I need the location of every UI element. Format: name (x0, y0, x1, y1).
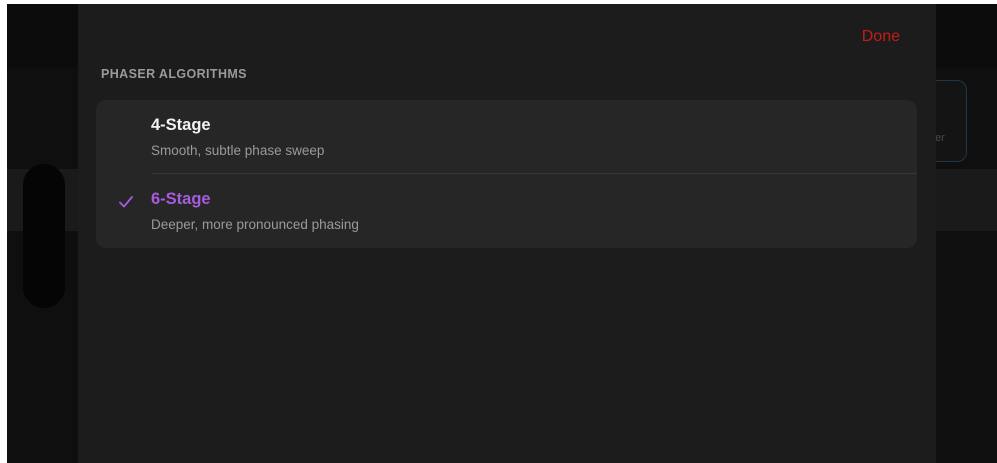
option-title: 4-Stage (151, 116, 211, 134)
background-card-text: er (935, 132, 945, 144)
section-title: PHASER ALGORITHMS (101, 67, 247, 81)
background-slider-track (23, 164, 65, 308)
option-description: Deeper, more pronounced phasing (151, 217, 359, 232)
done-button[interactable]: Done (862, 28, 900, 46)
app-screen: er Done PHASER ALGORITHMS 4-Stage Smooth… (7, 4, 997, 463)
checkmark-icon (118, 194, 134, 210)
option-6-stage[interactable]: 6-Stage Deeper, more pronounced phasing (96, 174, 917, 248)
option-4-stage[interactable]: 4-Stage Smooth, subtle phase sweep (96, 100, 917, 174)
algorithm-picker-sheet: Done PHASER ALGORITHMS 4-Stage Smooth, s… (78, 4, 936, 463)
options-list: 4-Stage Smooth, subtle phase sweep 6-Sta… (96, 100, 917, 248)
option-title: 6-Stage (151, 190, 211, 208)
option-description: Smooth, subtle phase sweep (151, 143, 325, 158)
